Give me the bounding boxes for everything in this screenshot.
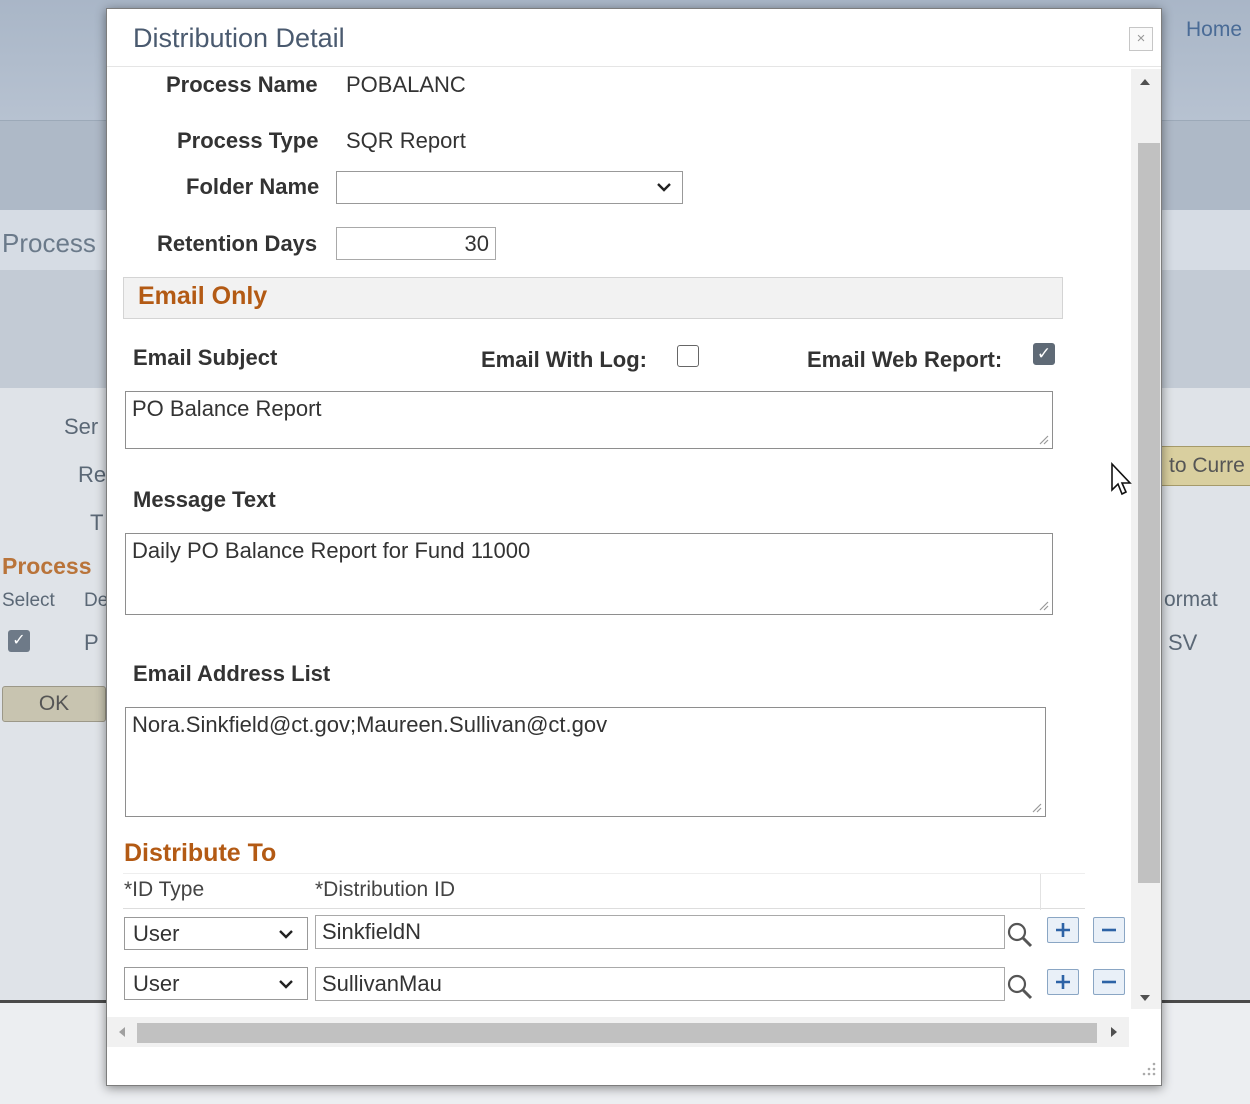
page-title: Process [2, 228, 96, 258]
process-name-label: Process Name [166, 72, 318, 97]
process-type-value: SQR Report [346, 128, 466, 153]
id-type-value: User [133, 921, 180, 946]
add-row-button[interactable] [1047, 917, 1079, 943]
delete-row-button[interactable] [1093, 917, 1125, 943]
resize-grip-icon[interactable] [1037, 433, 1049, 445]
close-button[interactable]: × [1129, 27, 1153, 51]
description-column-header: De [84, 590, 109, 611]
dialog-resize-grip-icon[interactable] [1139, 1059, 1157, 1077]
home-link[interactable]: Home [1186, 18, 1242, 42]
vertical-scrollbar[interactable] [1131, 69, 1161, 1009]
email-subject-value: PO Balance Report [132, 396, 322, 421]
id-type-column-header: *ID Type [124, 878, 205, 901]
email-address-list-textarea[interactable]: Nora.Sinkfield@ct.gov;Maureen.Sullivan@c… [125, 707, 1046, 817]
recurrence-label: Re [78, 462, 107, 487]
dialog-header: Distribution Detail × [107, 9, 1161, 67]
horizontal-scrollbar[interactable] [107, 1017, 1129, 1047]
distribution-id-input[interactable]: SinkfieldN [315, 915, 1005, 949]
email-subject-label: Email Subject [133, 345, 278, 370]
format-column-header: ormat [1164, 588, 1218, 611]
retention-days-input[interactable]: 30 [336, 227, 496, 260]
scroll-right-arrow-icon[interactable] [1111, 1027, 1117, 1037]
mouse-cursor-icon [1110, 461, 1136, 498]
process-type-label: Process Type [177, 128, 319, 153]
message-text-value: Daily PO Balance Report for Fund 11000 [132, 538, 531, 563]
delete-row-button[interactable] [1093, 969, 1125, 995]
dialog-title: Distribution Detail [133, 23, 345, 53]
chevron-down-icon [655, 178, 673, 196]
email-with-log-checkbox[interactable] [677, 345, 699, 367]
email-address-list-label: Email Address List [133, 661, 331, 686]
email-subject-textarea[interactable]: PO Balance Report [125, 391, 1053, 449]
to-current-button[interactable]: to Curre [1160, 446, 1250, 486]
select-column-header: Select [2, 590, 55, 611]
email-only-section-header: Email Only [123, 277, 1063, 319]
folder-name-label: Folder Name [186, 174, 320, 199]
scroll-left-arrow-icon[interactable] [119, 1027, 125, 1037]
close-icon: × [1136, 30, 1146, 47]
distribution-id-input[interactable]: SullivanMau [315, 967, 1005, 1001]
process-list-title: Process [2, 553, 92, 579]
add-row-button[interactable] [1047, 969, 1079, 995]
retention-days-label: Retention Days [157, 231, 318, 256]
email-with-log-label: Email With Log: [481, 347, 648, 372]
id-type-select[interactable]: User [124, 967, 308, 1000]
email-web-report-checkbox[interactable]: ✓ [1033, 343, 1055, 365]
distribute-to-title: Distribute To [124, 839, 277, 867]
format-value: SV [1168, 630, 1198, 655]
search-icon[interactable] [1005, 971, 1035, 1001]
scroll-down-arrow-icon[interactable] [1140, 995, 1150, 1001]
ok-button[interactable]: OK [2, 686, 106, 722]
horizontal-scroll-thumb[interactable] [137, 1023, 1097, 1043]
email-address-list-value: Nora.Sinkfield@ct.gov;Maureen.Sullivan@c… [132, 712, 608, 737]
folder-name-select[interactable] [336, 171, 683, 204]
message-text-textarea[interactable]: Daily PO Balance Report for Fund 11000 [125, 533, 1053, 615]
email-only-title: Email Only [138, 282, 268, 310]
process-row-checkbox[interactable]: ✓ [8, 630, 30, 652]
search-icon[interactable] [1005, 919, 1035, 949]
chevron-down-icon [277, 975, 295, 993]
email-web-report-label: Email Web Report: [807, 347, 1003, 372]
distribution-detail-dialog: Distribution Detail × Process Name POBAL… [106, 8, 1162, 1086]
message-text-label: Message Text [133, 487, 276, 512]
scroll-up-arrow-icon[interactable] [1140, 79, 1150, 85]
vertical-scroll-thumb[interactable] [1138, 143, 1160, 883]
time-label: T [90, 510, 104, 535]
distribute-to-grid-header: *ID Type *Distribution ID [123, 873, 1085, 910]
distribution-id-column-header: *Distribution ID [315, 878, 456, 901]
resize-grip-icon[interactable] [1037, 599, 1049, 611]
server-label: Ser [64, 414, 99, 439]
resize-grip-icon[interactable] [1030, 801, 1042, 813]
id-type-value: User [133, 971, 180, 996]
process-row-name: P [84, 630, 99, 655]
chevron-down-icon [277, 925, 295, 943]
id-type-select[interactable]: User [124, 917, 308, 950]
process-name-value: POBALANC [346, 72, 466, 97]
